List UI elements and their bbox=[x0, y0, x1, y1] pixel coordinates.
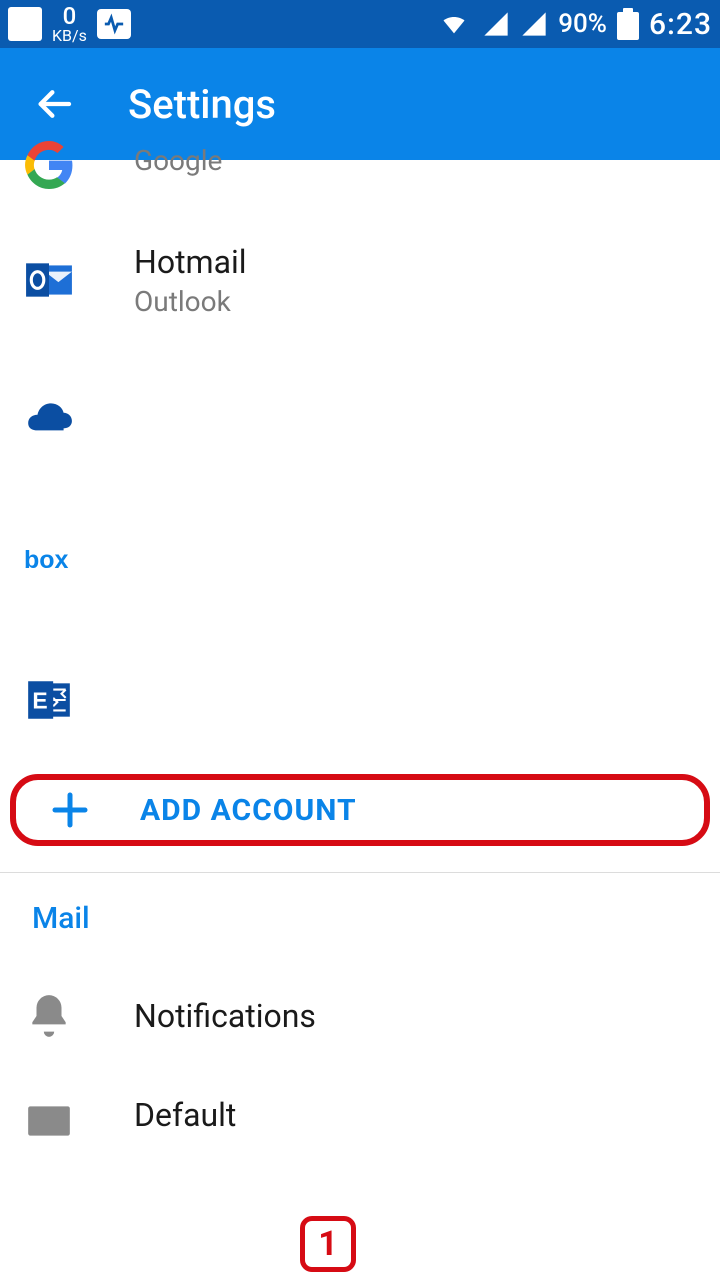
account-row-exchange[interactable]: E bbox=[0, 630, 720, 770]
section-header-mail: Mail bbox=[0, 873, 720, 956]
battery-percent: 90% bbox=[558, 9, 607, 39]
svg-text:box: box bbox=[24, 546, 69, 574]
activity-icon bbox=[97, 9, 131, 39]
mail-notifications-row[interactable]: Notifications bbox=[0, 956, 720, 1076]
onedrive-icon bbox=[24, 395, 74, 445]
exchange-icon: E bbox=[24, 675, 74, 725]
bell-icon bbox=[24, 991, 74, 1041]
add-account-button[interactable]: ADD ACCOUNT bbox=[10, 774, 710, 846]
account-name: Hotmail bbox=[134, 243, 696, 281]
account-row-hotmail[interactable]: Hotmail Outlook bbox=[0, 210, 720, 350]
status-left: 0 KB/s bbox=[8, 5, 131, 43]
list-item-label: Default bbox=[134, 1096, 696, 1134]
back-arrow-icon bbox=[34, 84, 74, 124]
account-row-box[interactable]: box bbox=[0, 490, 720, 630]
back-button[interactable] bbox=[30, 80, 78, 128]
wifi-icon bbox=[436, 10, 472, 38]
mail-icon bbox=[24, 1096, 74, 1146]
google-icon bbox=[24, 140, 74, 190]
account-sub: Outlook bbox=[134, 285, 696, 318]
account-sub: Google bbox=[134, 144, 696, 177]
list-item-label: Notifications bbox=[134, 997, 696, 1035]
outlook-icon bbox=[24, 255, 74, 305]
annotation-step-number: 1 bbox=[300, 1216, 356, 1272]
signal-2-icon bbox=[520, 10, 548, 38]
plus-icon bbox=[50, 790, 90, 830]
clock: 6:23 bbox=[649, 7, 712, 42]
annotation-highlight-box bbox=[10, 774, 710, 846]
notification-icon bbox=[8, 7, 42, 41]
box-icon: box bbox=[24, 535, 74, 585]
account-row-google[interactable]: Google bbox=[0, 140, 720, 210]
battery-icon bbox=[617, 8, 639, 40]
account-row-onedrive[interactable] bbox=[0, 350, 720, 490]
svg-text:E: E bbox=[32, 687, 47, 713]
mail-default-row[interactable]: Default bbox=[0, 1076, 720, 1166]
add-account-label: ADD ACCOUNT bbox=[140, 793, 357, 828]
signal-1-icon bbox=[482, 10, 510, 38]
status-bar: 0 KB/s 90% 6:23 bbox=[0, 0, 720, 48]
status-right: 90% 6:23 bbox=[436, 7, 712, 42]
page-title: Settings bbox=[128, 81, 276, 128]
network-speed: 0 KB/s bbox=[52, 5, 87, 43]
screen-root: 0 KB/s 90% 6:23 Settings bbox=[0, 0, 720, 1280]
